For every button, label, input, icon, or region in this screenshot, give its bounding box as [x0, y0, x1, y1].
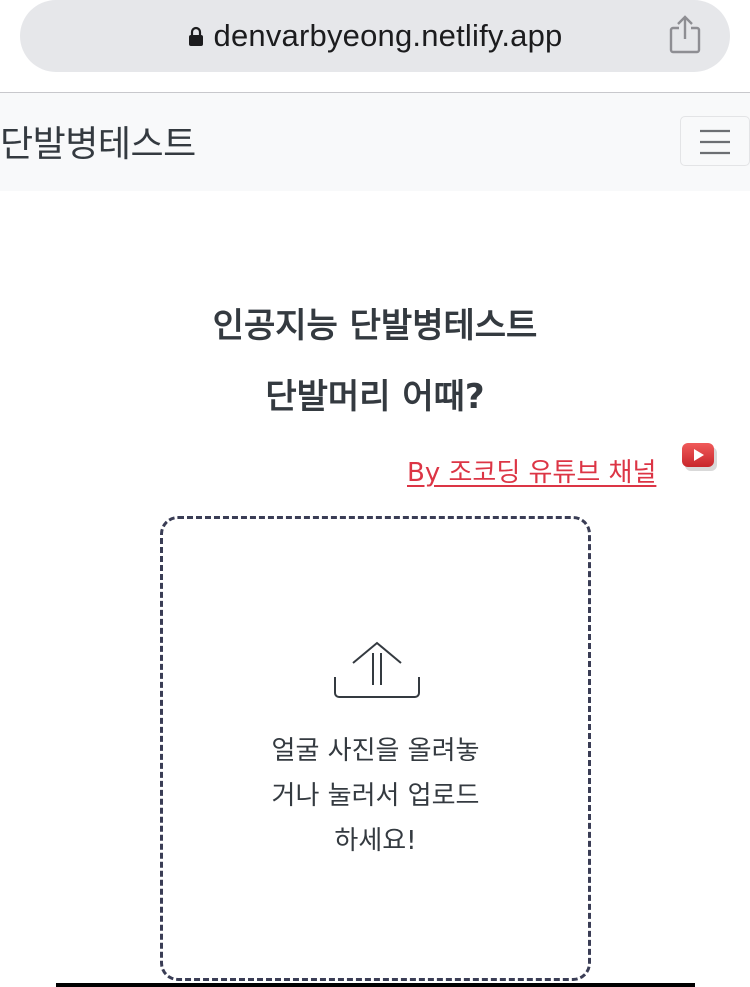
hamburger-icon	[700, 129, 730, 155]
upload-instructions-line: 하세요!	[334, 826, 417, 856]
address-bar-content: denvarbyeong.netlify.app	[20, 0, 730, 72]
upload-dropzone[interactable]: 얼굴 사진을 올려놓 거나 눌러서 업로드 하세요!	[160, 516, 591, 981]
navbar-brand[interactable]: 단발병테스트	[0, 115, 196, 167]
navbar: 단발병테스트	[0, 93, 750, 191]
page-subtitle: 단발머리 어때?	[265, 377, 485, 417]
url-text: denvarbyeong.netlify.app	[213, 18, 563, 53]
youtube-icon[interactable]	[680, 441, 720, 475]
browser-chrome: denvarbyeong.netlify.app	[0, 0, 750, 92]
upload-instructions-line: 얼굴 사진을 올려놓	[271, 736, 480, 766]
bottom-edge-line	[56, 983, 695, 987]
share-icon[interactable]	[668, 14, 702, 54]
upload-instructions: 얼굴 사진을 올려놓 거나 눌러서 업로드 하세요!	[163, 729, 588, 864]
upload-instructions-line: 거나 눌러서 업로드	[271, 781, 480, 811]
navbar-toggler-button[interactable]	[680, 116, 750, 166]
lock-icon	[188, 26, 203, 46]
upload-icon	[334, 641, 420, 698]
page-title: 인공지능 단발병테스트	[212, 306, 538, 346]
address-bar[interactable]: denvarbyeong.netlify.app	[20, 0, 730, 72]
youtube-channel-link[interactable]: By 조코딩 유튜브 채널	[407, 452, 656, 489]
